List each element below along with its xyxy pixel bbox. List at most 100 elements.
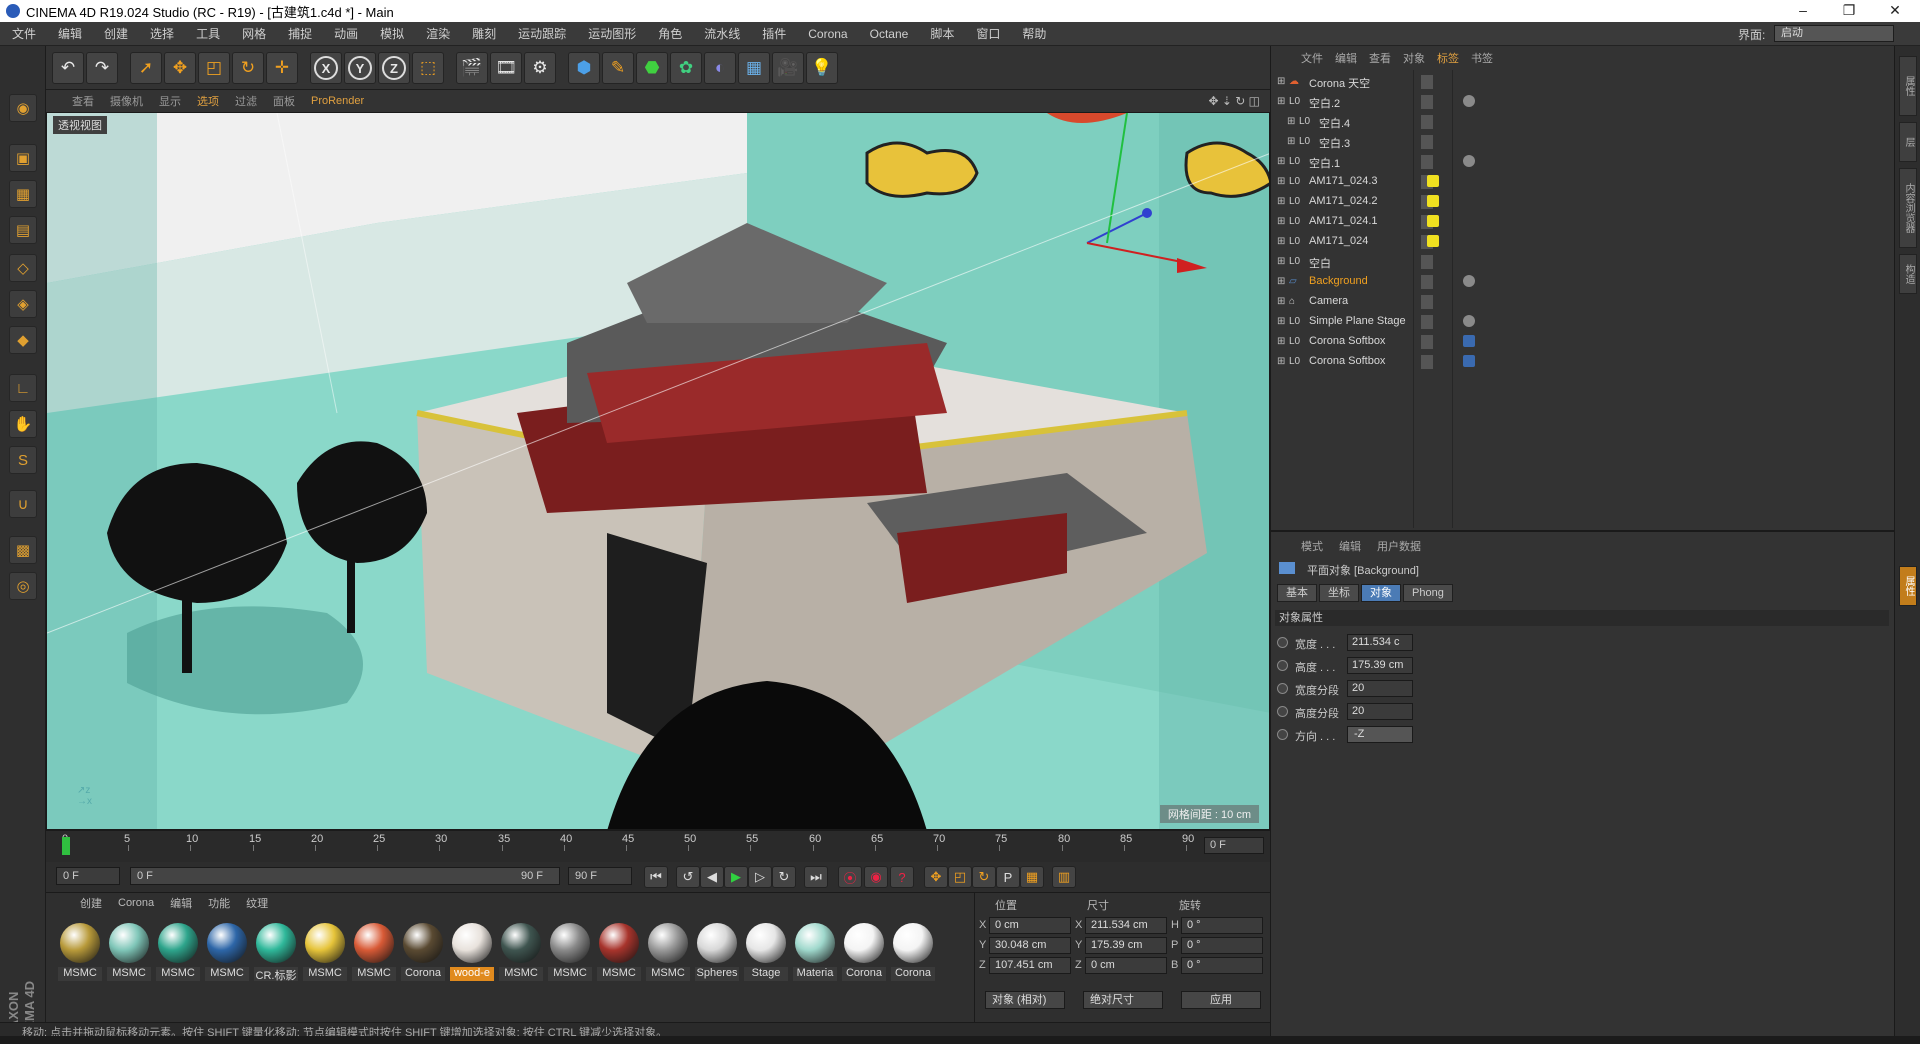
object-row[interactable]: ⊞ L0 AM171_024.1 xyxy=(1275,212,1885,232)
tweak-mode-icon[interactable]: ✋ xyxy=(9,410,37,438)
start-frame-field[interactable]: 0 F xyxy=(56,867,120,885)
expand-icon[interactable]: ⊞ xyxy=(1277,276,1289,288)
material-swatch[interactable]: MSMC xyxy=(205,921,249,983)
material-swatch[interactable]: Corona xyxy=(401,921,445,983)
menu-render[interactable]: 渲染 xyxy=(414,25,460,42)
material-tag-icon[interactable] xyxy=(1463,95,1475,107)
object-row[interactable]: ⊞ ☁ Corona 天空 xyxy=(1275,72,1885,92)
color-tag-icon[interactable] xyxy=(1427,175,1439,187)
menu-select[interactable]: 选择 xyxy=(138,25,184,42)
menu-corona[interactable]: Corona xyxy=(796,27,857,41)
key-parameter-icon[interactable]: P xyxy=(996,866,1020,888)
expand-icon[interactable]: ⊞ xyxy=(1277,216,1289,228)
key-rotation-icon[interactable]: ↻ xyxy=(972,866,996,888)
object-menu-bookmarks[interactable]: 书签 xyxy=(1465,50,1499,66)
visibility-toggle[interactable] xyxy=(1421,75,1433,89)
menu-pipeline[interactable]: 流水线 xyxy=(692,25,750,42)
attribute-menu-edit[interactable]: 编辑 xyxy=(1331,538,1369,554)
visibility-toggle[interactable] xyxy=(1421,95,1433,109)
color-tag-icon[interactable] xyxy=(1427,215,1439,227)
material-menu-function[interactable]: 功能 xyxy=(200,895,238,911)
visibility-toggle[interactable] xyxy=(1421,295,1433,309)
viewport-nav-icons[interactable]: ✥ ⇣ ↻ ◫ xyxy=(1208,94,1260,108)
select-tool-icon[interactable]: ➚ xyxy=(130,52,162,84)
material-menu-texture[interactable]: 纹理 xyxy=(238,895,276,911)
material-swatch[interactable]: wood-e xyxy=(450,921,494,983)
object-row[interactable]: ⊞ L0 Corona Softbox xyxy=(1275,352,1885,372)
rotate-tool-icon[interactable]: ↻ xyxy=(232,52,264,84)
model-mode-icon[interactable]: ◉ xyxy=(9,94,37,122)
keyframe-selection-icon[interactable]: ? xyxy=(890,866,914,888)
visibility-toggle[interactable] xyxy=(1421,335,1433,349)
tab-basic[interactable]: 基本 xyxy=(1277,584,1317,602)
material-tag-icon[interactable] xyxy=(1463,315,1475,327)
perspective-viewport[interactable]: 透视视图 网格间距 : 10 cm ↗z →x xyxy=(46,112,1270,830)
material-swatch[interactable]: MSMC xyxy=(352,921,396,983)
key-pla-icon[interactable]: ▦ xyxy=(1020,866,1044,888)
position-z-field[interactable]: 107.451 cm xyxy=(989,957,1071,974)
texture-mode-icon[interactable]: ▦ xyxy=(9,180,37,208)
previous-frame-icon[interactable]: ◀ xyxy=(700,866,724,888)
object-row[interactable]: ⊞ L0 空白 xyxy=(1275,252,1885,272)
frame-range-slider[interactable]: 0 F 90 F xyxy=(130,867,560,885)
autokey-icon[interactable]: ◉ xyxy=(864,866,888,888)
material-swatch[interactable]: MSMC xyxy=(597,921,641,983)
visibility-toggle[interactable] xyxy=(1421,315,1433,329)
polygons-mode-icon[interactable]: ◆ xyxy=(9,326,37,354)
material-menu-corona[interactable]: Corona xyxy=(110,897,162,909)
size-y-field[interactable]: 175.39 cm xyxy=(1085,937,1167,954)
redo-icon[interactable]: ↷ xyxy=(86,52,118,84)
menu-tools[interactable]: 工具 xyxy=(184,25,230,42)
expand-icon[interactable]: ⊞ xyxy=(1277,156,1289,168)
axis-mode-icon[interactable]: ∟ xyxy=(9,374,37,402)
material-swatch[interactable]: Corona xyxy=(842,921,886,983)
subdivision-icon[interactable]: ⬣ xyxy=(636,52,668,84)
expand-icon[interactable]: ⊞ xyxy=(1277,96,1289,108)
object-mode-icon[interactable]: ▣ xyxy=(9,144,37,172)
height-segments-anim-radio[interactable] xyxy=(1277,706,1288,717)
tab-coord[interactable]: 坐标 xyxy=(1319,584,1359,602)
menu-animate[interactable]: 动画 xyxy=(322,25,368,42)
object-menu-view[interactable]: 查看 xyxy=(1363,50,1397,66)
expand-icon[interactable]: ⊞ xyxy=(1277,76,1289,88)
expand-icon[interactable]: ⊞ xyxy=(1277,336,1289,348)
render-picture-viewer-icon[interactable]: 🎞 xyxy=(490,52,522,84)
material-swatch[interactable]: MSMC xyxy=(303,921,347,983)
camera-icon[interactable]: 🎥 xyxy=(772,52,804,84)
material-swatch[interactable]: MSMC xyxy=(107,921,151,983)
position-x-field[interactable]: 0 cm xyxy=(989,917,1071,934)
end-frame-field[interactable]: 90 F xyxy=(568,867,632,885)
go-to-end-icon[interactable]: ⏭ xyxy=(804,866,828,888)
expand-icon[interactable]: ⊞ xyxy=(1277,316,1289,328)
attribute-menu-mode[interactable]: 模式 xyxy=(1293,538,1331,554)
viewport-menu-view[interactable]: 查看 xyxy=(64,93,102,109)
menu-window[interactable]: 窗口 xyxy=(964,25,1010,42)
render-view-icon[interactable]: 🎬 xyxy=(456,52,488,84)
coordinate-system-icon[interactable]: ⬚ xyxy=(412,52,444,84)
coordinate-mode-dropdown[interactable]: 对象 (相对) xyxy=(985,991,1065,1009)
deformer-icon[interactable]: ◐ xyxy=(704,52,736,84)
tab-structure-vertical[interactable]: 构造 xyxy=(1899,254,1917,294)
menu-sculpt[interactable]: 雕刻 xyxy=(460,25,506,42)
viewport-menu-options[interactable]: 选项 xyxy=(189,93,227,109)
record-icon[interactable]: ⦿ xyxy=(838,866,862,888)
expand-icon[interactable]: ⊞ xyxy=(1277,196,1289,208)
timeline-ruler[interactable]: 051015202530354045505560657075808590 xyxy=(56,833,1196,859)
object-menu-objects[interactable]: 对象 xyxy=(1397,50,1431,66)
object-row[interactable]: ⊞ L0 AM171_024.3 xyxy=(1275,172,1885,192)
visibility-toggle[interactable] xyxy=(1421,115,1433,129)
expand-icon[interactable]: ⊞ xyxy=(1277,296,1289,308)
material-swatch[interactable]: CR.标影 xyxy=(254,921,298,983)
object-menu-edit[interactable]: 编辑 xyxy=(1329,50,1363,66)
planar-workplane-icon[interactable]: ◎ xyxy=(9,572,37,600)
menu-script[interactable]: 脚本 xyxy=(918,25,964,42)
object-menu-file[interactable]: 文件 xyxy=(1295,50,1329,66)
render-settings-icon[interactable]: ⚙ xyxy=(524,52,556,84)
cube-icon[interactable]: ⬢ xyxy=(568,52,600,84)
target-tag-icon[interactable] xyxy=(1463,355,1475,367)
object-row[interactable]: ⊞ ▱ Background xyxy=(1275,272,1885,292)
tab-object[interactable]: 对象 xyxy=(1361,584,1401,602)
rotation-h-field[interactable]: 0 ° xyxy=(1181,917,1263,934)
tab-layers-vertical[interactable]: 层 xyxy=(1899,122,1917,162)
y-axis-lock-icon[interactable]: Y xyxy=(344,52,376,84)
